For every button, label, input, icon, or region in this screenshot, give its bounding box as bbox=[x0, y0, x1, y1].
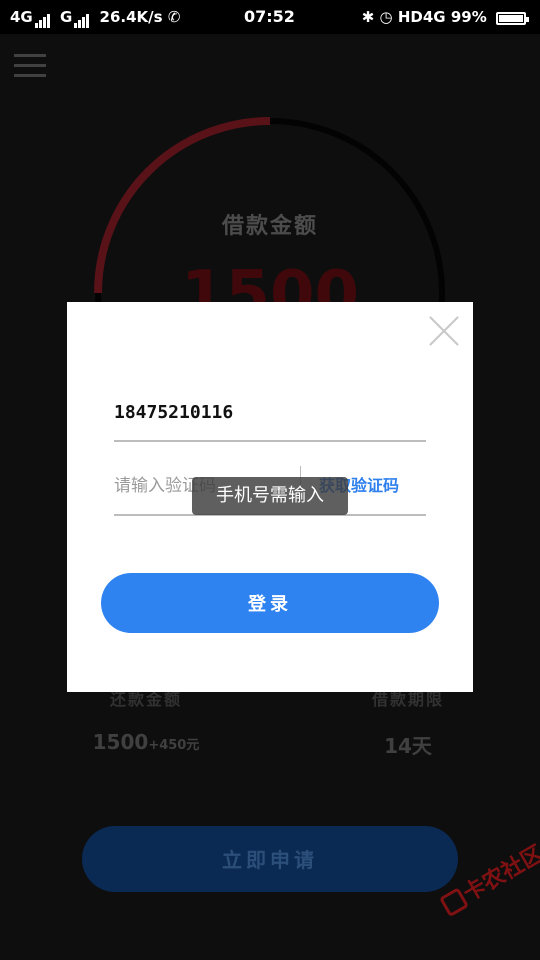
toast-message: 手机号需输入 bbox=[192, 477, 348, 515]
hd-label: HD bbox=[397, 8, 423, 26]
battery-icon bbox=[496, 12, 529, 25]
network-label: 4G bbox=[10, 8, 33, 26]
battery-percent: 99% bbox=[450, 8, 487, 26]
status-left: 4G G 26.4K/s ✆ bbox=[10, 8, 180, 28]
bluetooth-icon: ✱ bbox=[361, 8, 375, 26]
login-button[interactable]: 登录 bbox=[101, 573, 439, 633]
network-label-3: 4G bbox=[422, 8, 446, 26]
close-icon[interactable] bbox=[429, 316, 459, 346]
signal-icon-2 bbox=[74, 10, 90, 28]
status-time: 07:52 bbox=[244, 7, 295, 26]
network-speed: 26.4K/s bbox=[99, 8, 163, 26]
signal-icon bbox=[34, 10, 51, 28]
call-icon: ✆ bbox=[167, 8, 181, 26]
alarm-icon: ◷ bbox=[379, 8, 393, 26]
status-right: ✱ ◷ HD4G 99% bbox=[361, 8, 529, 26]
network-label-2: G bbox=[59, 8, 73, 26]
status-bar: 4G G 26.4K/s ✆ 07:52 ✱ ◷ HD4G 99% bbox=[0, 0, 540, 34]
phone-input[interactable] bbox=[114, 384, 426, 442]
